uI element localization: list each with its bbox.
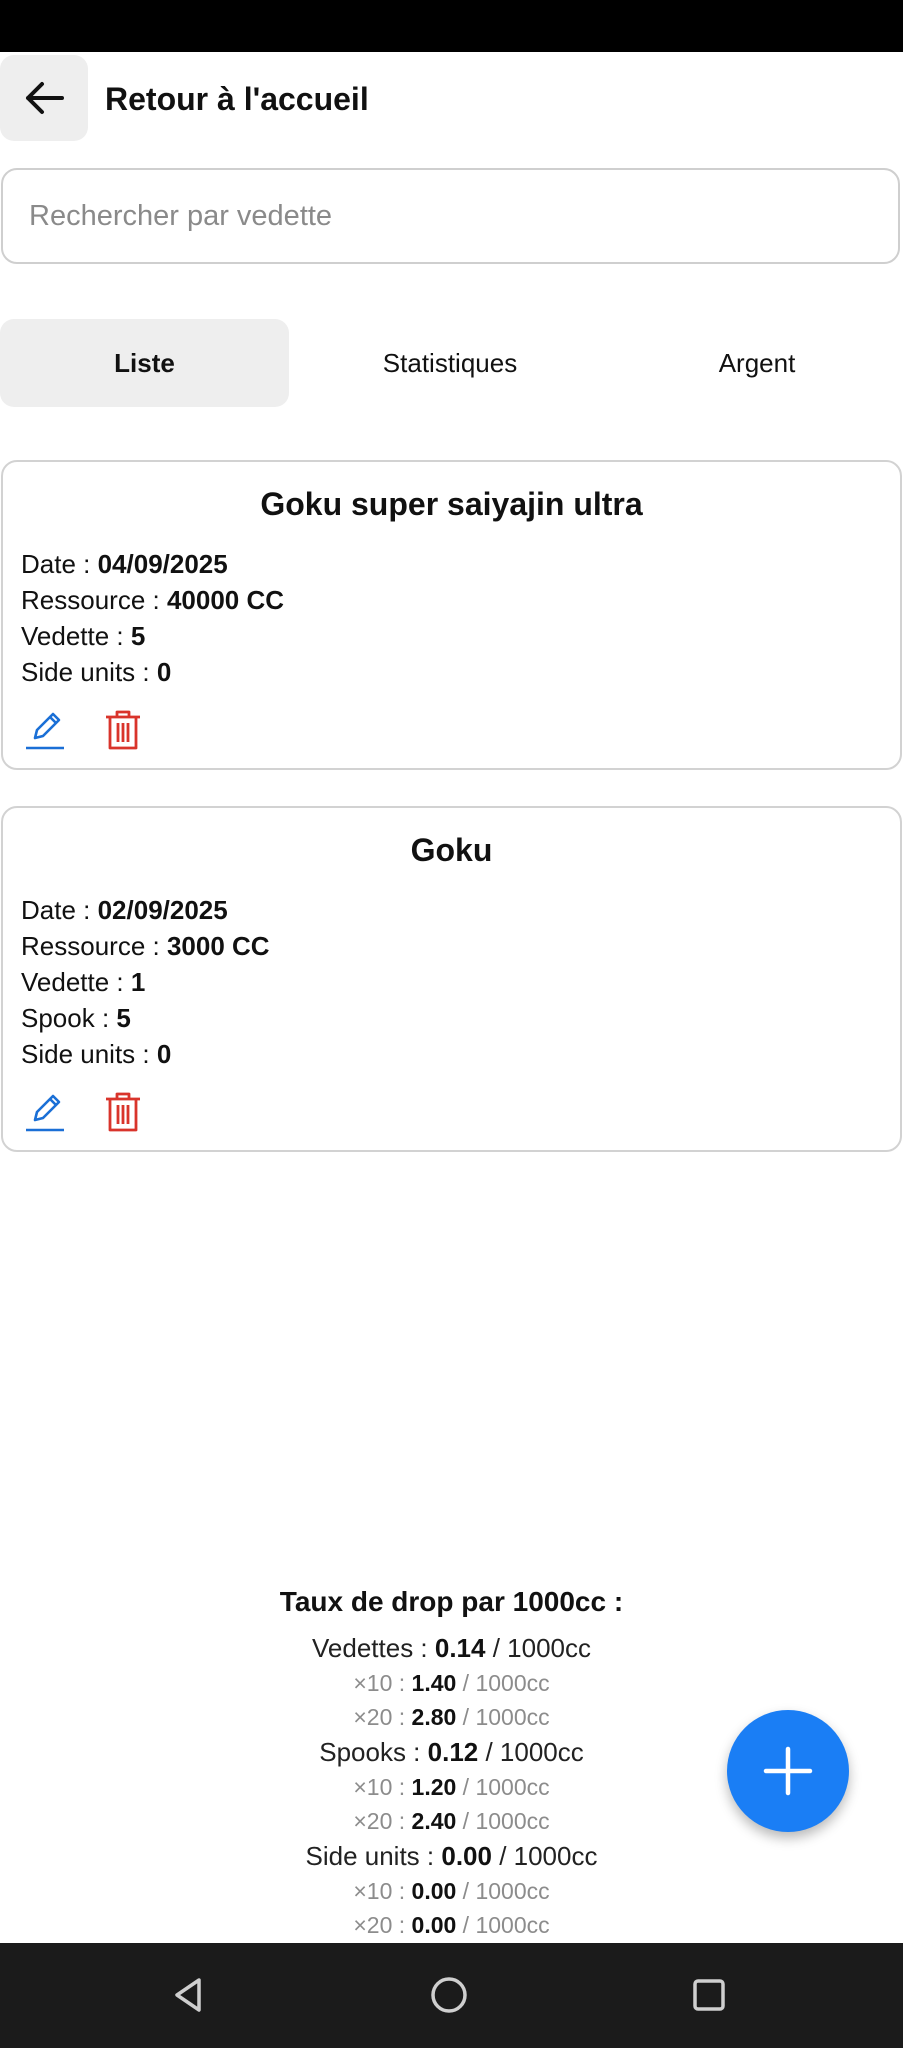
stat-vedettes: Vedettes : 0.14 / 1000cc: [312, 1633, 591, 1663]
card-vedette: Vedette : 1: [21, 967, 146, 997]
card-resource: Ressource : 3000 CC: [21, 931, 270, 961]
card-title: Goku: [410, 832, 493, 868]
stat-side-units: Side units : 0.00 / 1000cc: [305, 1841, 598, 1871]
trash-icon: [106, 1092, 140, 1132]
card-title: Goku super saiyajin ultra: [260, 486, 643, 522]
drop-rate-title: Taux de drop par 1000cc :: [279, 1586, 624, 1617]
card-side-units: Side units : 0: [21, 1039, 172, 1069]
card-date: Date : 04/09/2025: [21, 549, 228, 579]
card-side-units: Side units : 0: [21, 657, 172, 687]
page-title: Retour à l'accueil: [105, 81, 369, 117]
tab-bar: Liste Statistiques Argent: [0, 319, 903, 407]
card-spook: Spook : 5: [21, 1003, 131, 1033]
list-item: Goku Date : 02/09/2025 Ressource : 3000 …: [1, 806, 902, 1152]
recents-square-icon: [693, 1979, 725, 2011]
arrow-left-icon: [26, 82, 64, 114]
back-triangle-icon: [175, 1978, 201, 2012]
search-input[interactable]: [1, 168, 900, 264]
delete-button[interactable]: [99, 706, 147, 754]
edit-button[interactable]: [21, 706, 69, 754]
edit-button[interactable]: [21, 1088, 69, 1136]
tab-argent[interactable]: Argent: [617, 319, 897, 407]
home-circle-icon: [431, 1977, 467, 2013]
header: Retour à l'accueil: [0, 52, 903, 142]
add-button[interactable]: [727, 1710, 849, 1832]
stat-side-units-x20: ×20 : 0.00 / 1000cc: [353, 1912, 550, 1938]
pencil-icon: [26, 1094, 64, 1132]
plus-icon: [763, 1746, 813, 1796]
pencil-icon: [26, 712, 64, 750]
stat-vedettes-x10: ×10 : 1.40 / 1000cc: [353, 1670, 550, 1696]
card-resource: Ressource : 40000 CC: [21, 585, 285, 615]
nav-home-button[interactable]: [421, 1967, 477, 2023]
delete-button[interactable]: [99, 1088, 147, 1136]
card-vedette: Vedette : 5: [21, 621, 146, 651]
card-date: Date : 02/09/2025: [21, 895, 228, 925]
trash-icon: [106, 710, 140, 750]
back-button[interactable]: [0, 55, 88, 141]
tab-liste[interactable]: Liste: [0, 319, 289, 407]
system-nav-bar: [0, 1943, 903, 2048]
list-item: Goku super saiyajin ultra Date : 04/09/2…: [1, 460, 902, 770]
stat-side-units-x10: ×10 : 0.00 / 1000cc: [353, 1878, 550, 1904]
nav-recents-button[interactable]: [681, 1967, 737, 2023]
nav-back-button[interactable]: [161, 1967, 217, 2023]
tab-statistiques[interactable]: Statistiques: [310, 319, 590, 407]
status-bar: [0, 0, 903, 52]
